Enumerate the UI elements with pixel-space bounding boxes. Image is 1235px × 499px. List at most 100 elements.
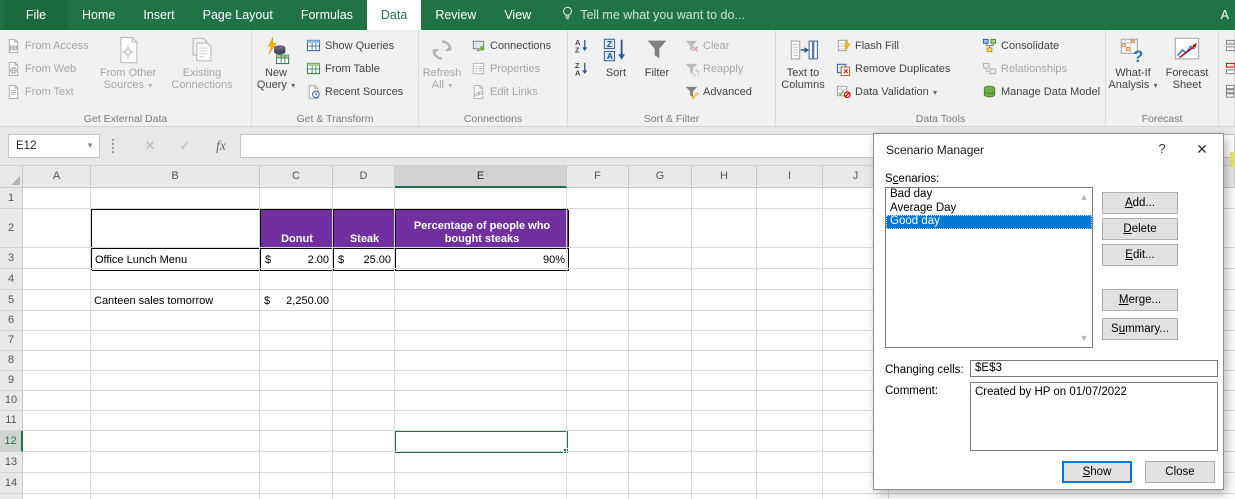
new-query-button[interactable]: New Query ▾ (252, 33, 300, 115)
row-header-13[interactable]: 13 (0, 452, 23, 473)
ribbon-tab-bar: File Home Insert Page Layout Formulas Data Rev… (0, 0, 1235, 30)
column-header-E[interactable]: E (395, 166, 567, 188)
namebox-resizer[interactable] (112, 139, 114, 153)
column-header-D[interactable]: D (333, 166, 395, 188)
comment-textarea[interactable]: Created by HP on 01/07/2022 (970, 382, 1218, 451)
tab-insert[interactable]: Insert (129, 0, 188, 30)
show-button[interactable]: Show (1062, 461, 1132, 483)
from-web-button[interactable]: From Web (0, 57, 94, 80)
tab-review[interactable]: Review (421, 0, 490, 30)
column-header-C[interactable]: C (260, 166, 333, 188)
tab-data[interactable]: Data (366, 0, 422, 30)
summary-button[interactable]: Summary... (1102, 318, 1178, 340)
column-header-B[interactable]: B (91, 166, 260, 188)
sort-button[interactable]: Z A Sort (596, 33, 636, 115)
cell-D2[interactable]: Steak (334, 210, 396, 249)
enter-icon[interactable]: ✓ (172, 134, 198, 158)
insert-function-icon[interactable]: fx (208, 134, 234, 158)
row-header-2[interactable]: 2 (0, 209, 23, 248)
group-button[interactable] (1219, 34, 1235, 57)
add-button[interactable]: Add... (1102, 192, 1178, 214)
row-header-9[interactable]: 9 (0, 371, 23, 391)
row-header-5[interactable]: 5 (0, 290, 23, 311)
scroll-down-icon[interactable]: ▼ (1077, 331, 1091, 345)
from-access-button[interactable]: From Access (0, 34, 94, 57)
merge-button[interactable]: Merge... (1102, 289, 1178, 311)
advanced-button[interactable]: Advanced (678, 80, 772, 103)
cell-C2[interactable]: Donut (261, 210, 334, 249)
tab-home[interactable]: Home (68, 0, 129, 30)
text-to-columns-button[interactable]: Text to Columns (776, 33, 830, 115)
data-validation-button[interactable]: Data Validation ▾ (830, 80, 976, 103)
scenario-item-average-day[interactable]: Average Day (886, 202, 1092, 216)
delete-button[interactable]: Delete (1102, 218, 1178, 240)
column-header-H[interactable]: H (692, 166, 757, 188)
row-header-8[interactable]: 8 (0, 351, 23, 371)
changing-cells-input[interactable]: $E$3 (970, 360, 1218, 377)
row-header-12[interactable]: 12 (0, 431, 23, 452)
what-if-analysis-button[interactable]: ? What-If Analysis ▾ (1106, 33, 1160, 115)
tab-file[interactable]: File (4, 0, 68, 30)
consolidate-button[interactable]: Consolidate (976, 34, 1104, 57)
row-header-3[interactable]: 3 (0, 248, 23, 269)
column-header-A[interactable]: A (23, 166, 91, 188)
cell-B5[interactable]: Canteen sales tomorrow (91, 290, 260, 311)
properties-button[interactable]: Properties (465, 57, 561, 80)
forecast-sheet-button[interactable]: Forecast Sheet (1160, 33, 1214, 115)
column-header-I[interactable]: I (757, 166, 823, 188)
manage-data-model-button[interactable]: Manage Data Model (976, 80, 1104, 103)
cell-C5[interactable]: $ 2,250.00 (260, 290, 333, 311)
name-box-dropdown-icon[interactable]: ▼ (86, 135, 94, 157)
row-header-14[interactable]: 14 (0, 473, 23, 494)
account-initial[interactable]: A (1221, 0, 1229, 30)
from-text-button[interactable]: From Text (0, 80, 94, 103)
clear-button[interactable]: Clear (678, 34, 772, 57)
cell-E2[interactable]: Percentage of people who bought steaks (396, 210, 569, 249)
refresh-all-button[interactable]: Refresh All ▾ (419, 33, 465, 115)
filter-button[interactable]: Filter (636, 33, 678, 115)
relationships-button[interactable]: Relationships (976, 57, 1104, 80)
select-all-corner[interactable] (0, 166, 23, 188)
existing-connections-button[interactable]: Existing Connections (162, 33, 242, 115)
button-label: Recent Sources (325, 85, 404, 98)
row-header-10[interactable]: 10 (0, 391, 23, 411)
selected-cell-E12[interactable] (394, 430, 568, 453)
column-header-F[interactable]: F (567, 166, 629, 188)
tab-formulas[interactable]: Formulas (287, 0, 367, 30)
show-queries-button[interactable]: Show Queries (300, 34, 410, 57)
tab-view[interactable]: View (490, 0, 545, 30)
cell-B2[interactable] (92, 210, 261, 249)
sort-descending-button[interactable]: ZA (568, 57, 596, 80)
reapply-button[interactable]: Reapply (678, 57, 772, 80)
dialog-close-icon[interactable]: ✕ (1189, 138, 1215, 160)
row-header-1[interactable]: 1 (0, 188, 23, 209)
recent-sources-button[interactable]: Recent Sources (300, 80, 410, 103)
column-header-G[interactable]: G (629, 166, 692, 188)
name-box[interactable]: E12 ▼ (8, 134, 100, 158)
cancel-icon[interactable]: ✕ (137, 134, 163, 158)
scenario-item-bad-day[interactable]: Bad day (886, 188, 1092, 202)
tell-me-box[interactable]: Tell me what you want to do... (561, 0, 745, 30)
subtotal-button[interactable] (1219, 80, 1235, 103)
from-table-button[interactable]: From Table (300, 57, 410, 80)
row-header-7[interactable]: 7 (0, 331, 23, 351)
connections-button[interactable]: Connections (465, 34, 561, 57)
flash-fill-button[interactable]: Flash Fill (830, 34, 976, 57)
ungroup-button[interactable] (1219, 57, 1235, 80)
tab-page-layout[interactable]: Page Layout (189, 0, 287, 30)
scenarios-listbox[interactable]: Bad day Average Day Good day ▲ ▼ (885, 187, 1093, 348)
row-header-15[interactable]: 15 (0, 494, 23, 499)
close-button[interactable]: Close (1145, 461, 1215, 483)
scenario-item-good-day[interactable]: Good day (886, 215, 1092, 229)
sort-ascending-button[interactable]: AZ (568, 34, 596, 57)
edit-links-button[interactable]: Edit Links (465, 80, 561, 103)
remove-duplicates-button[interactable]: Remove Duplicates (830, 57, 976, 80)
row-header-11[interactable]: 11 (0, 411, 23, 431)
row-header-6[interactable]: 6 (0, 311, 23, 331)
scroll-up-icon[interactable]: ▲ (1077, 190, 1091, 204)
dialog-help-icon[interactable]: ? (1149, 138, 1175, 160)
currency-value: 2.00 (307, 253, 329, 266)
from-other-sources-button[interactable]: From Other Sources ▾ (94, 33, 162, 115)
edit-button[interactable]: Edit... (1102, 244, 1178, 266)
row-header-4[interactable]: 4 (0, 269, 23, 290)
